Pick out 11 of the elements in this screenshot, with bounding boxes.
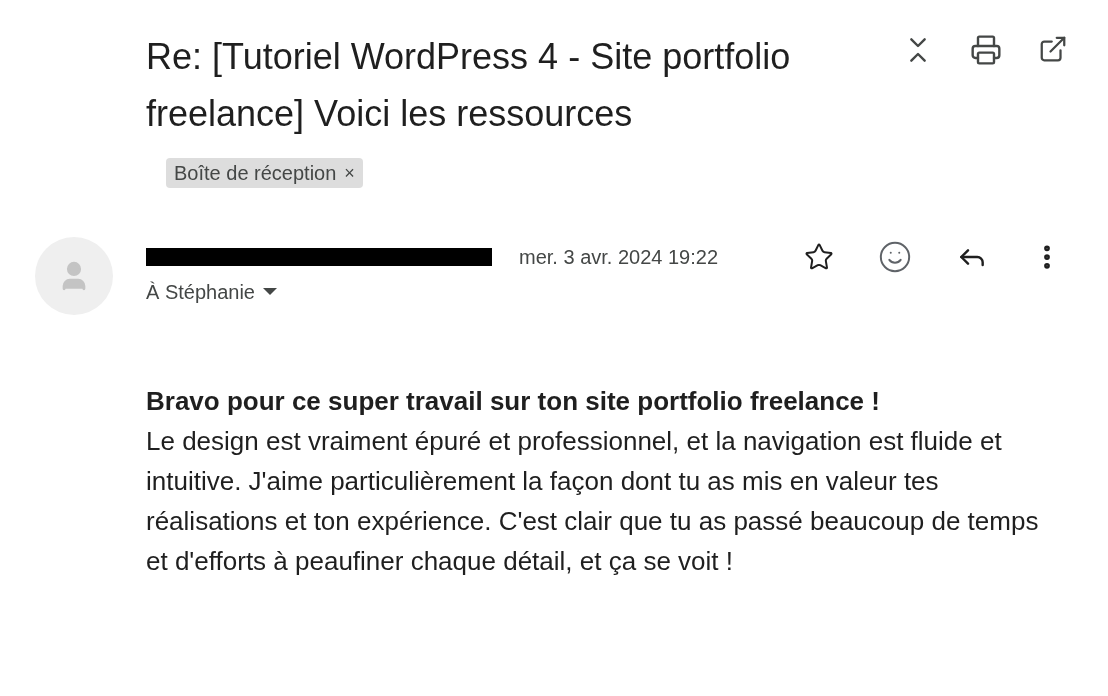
recipient-dropdown[interactable]: À Stéphanie xyxy=(146,277,277,307)
star-icon[interactable] xyxy=(804,242,834,272)
message-body: Le design est vraiment épuré et professionnel, et la navigation est fluide et intuitive. J'aime particulièrement la façon dont tu as mis en valeur tes réalisations et ton expérience. C'est clair que tu as passé beaucoup de temps et d'efforts à peaufiner chaque détail, et ça se voit ! xyxy=(146,425,1040,578)
caret-icon xyxy=(263,288,277,296)
label-chip[interactable]: Boîte de réception × xyxy=(166,158,363,189)
message-lead: Bravo pour ce super travail sur ton site portfolio freelance ! xyxy=(146,385,881,418)
print-icon[interactable] xyxy=(970,34,1002,66)
external-link-icon[interactable] xyxy=(1038,34,1068,64)
email-subject: Re: [Tutoriel WordPress 4 - Site portfolio freelance] Voici les ressources xyxy=(146,36,791,134)
email-date: mer. 3 avr. 2024 19:22 xyxy=(519,245,719,270)
emoji-icon[interactable] xyxy=(878,240,912,274)
